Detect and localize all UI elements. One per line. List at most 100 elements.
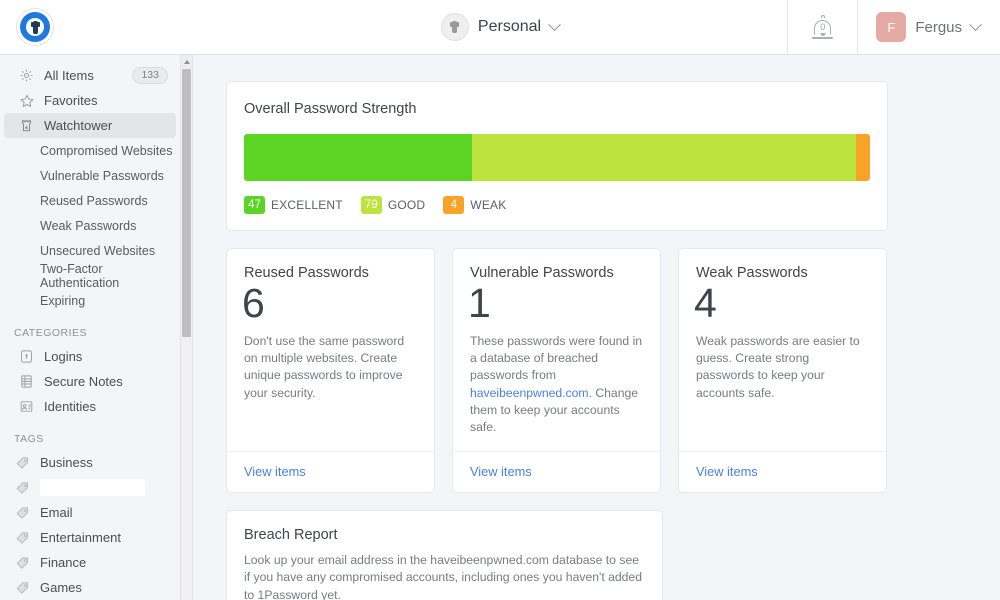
vault-keyhole-icon xyxy=(440,13,469,41)
sidebar-category-logins[interactable]: Logins xyxy=(4,344,176,369)
user-name: Fergus xyxy=(915,18,962,36)
stat-card-title: Reused Passwords xyxy=(244,265,369,281)
sidebar-tag-games[interactable]: Games xyxy=(0,575,180,600)
sidebar-subitem-label: Two-Factor Authentication xyxy=(40,261,120,290)
tag-icon xyxy=(14,454,31,471)
sidebar-subitem-label: Weak Passwords xyxy=(40,218,137,233)
breach-card-title: Breach Report xyxy=(244,526,338,543)
tag-icon xyxy=(14,504,31,521)
sidebar-category-secure-notes[interactable]: Secure Notes xyxy=(4,369,176,394)
sidebar-item-label: Favorites xyxy=(44,93,98,108)
stat-card-body: Weak Passwords 4 Weak passwords are easier… xyxy=(679,249,886,451)
strength-legend: 47 EXCELLENT 79 GOOD 4 WEAK xyxy=(244,196,870,214)
sidebar-tag-entertainment[interactable]: Entertainment xyxy=(0,525,180,550)
haveibeenpwned-link[interactable]: haveibeenpwned.com xyxy=(470,386,589,400)
stat-card-description: Don't use the same password on multiple … xyxy=(244,333,417,402)
bell-icon: 0 xyxy=(812,15,834,39)
chevron-down-icon xyxy=(969,17,982,31)
cog-icon xyxy=(18,67,35,84)
breach-card-description: Look up your email address in the haveib… xyxy=(244,552,642,600)
tag-icon xyxy=(14,479,31,496)
logo-area xyxy=(0,8,70,46)
strength-card-title: Overall Password Strength xyxy=(244,101,417,117)
scroll-up-arrow-icon[interactable] xyxy=(181,55,192,68)
view-items-link[interactable]: View items xyxy=(696,464,758,479)
app-window: Personal 0 F Fergus All Items 133 Favorite… xyxy=(0,0,1000,600)
app-header: Personal 0 F Fergus xyxy=(0,0,1000,55)
strength-segment-excellent xyxy=(244,134,472,181)
sidebar-category-label: Logins xyxy=(44,349,83,364)
login-keyhole-icon xyxy=(18,348,35,365)
sidebar-tag-label: Email xyxy=(40,505,73,520)
stat-card-count: 1 xyxy=(468,280,491,326)
sidebar-tag-label: Entertainment xyxy=(40,530,121,545)
legend-count-excellent: 47 xyxy=(244,196,265,214)
sidebar-subitem-unsecured-websites[interactable]: Unsecured Websites xyxy=(0,238,180,263)
breach-report-card: Breach Report Look up your email address… xyxy=(226,509,663,600)
sidebar-item-all-items[interactable]: All Items 133 xyxy=(4,63,176,88)
stat-card-description: Weak passwords are easier to guess. Crea… xyxy=(696,333,869,402)
tag-icon xyxy=(14,554,31,571)
header-right: 0 F Fergus xyxy=(787,0,1000,54)
stat-card-count: 6 xyxy=(242,280,265,326)
sidebar-category-label: Secure Notes xyxy=(44,374,123,389)
categories-section-title: CATEGORIES xyxy=(14,327,88,339)
stat-card-footer: View items xyxy=(453,450,660,492)
sidebar-tag-label: Finance xyxy=(40,555,87,570)
sidebar-category-label: Identities xyxy=(44,399,97,414)
sidebar-tag-edit[interactable] xyxy=(0,475,180,500)
sidebar-subitem-label: Unsecured Websites xyxy=(40,243,156,258)
body: All Items 133 Favorites Watchtower Compromis… xyxy=(0,55,1000,600)
sidebar-subitem-compromised-websites[interactable]: Compromised Websites xyxy=(0,138,180,163)
user-menu[interactable]: F Fergus xyxy=(857,0,1000,54)
legend-count-good: 79 xyxy=(360,196,382,214)
stat-cards-row: Reused Passwords 6 Don't use the same pass… xyxy=(226,248,1000,493)
chevron-down-icon xyxy=(548,17,561,31)
sidebar-item-label: Watchtower xyxy=(44,118,113,133)
sidebar-subitem-weak-passwords[interactable]: Weak Passwords xyxy=(0,213,180,238)
stat-card-description-part: Weak passwords are easier to guess. Crea… xyxy=(696,333,860,400)
sidebar-subitem-vulnerable-passwords[interactable]: Vulnerable Passwords xyxy=(0,163,180,188)
sidebar-subitem-label: Compromised Websites xyxy=(40,143,173,158)
legend-label-weak: WEAK xyxy=(470,198,507,212)
vulnerable-passwords-card: Vulnerable Passwords 1 These passwords wer… xyxy=(452,248,661,493)
legend-label-excellent: EXCELLENT xyxy=(271,198,343,212)
view-items-link[interactable]: View items xyxy=(244,464,306,479)
1password-logo-icon xyxy=(16,8,54,46)
strength-bar xyxy=(244,134,870,181)
stat-card-body: Vulnerable Passwords 1 These passwords wer… xyxy=(453,249,660,451)
sidebar-subitem-reused-passwords[interactable]: Reused Passwords xyxy=(0,188,180,213)
tag-name-input[interactable] xyxy=(40,479,145,496)
stat-card-title: Weak Passwords xyxy=(696,265,808,281)
sidebar-category-identities[interactable]: Identities xyxy=(4,394,176,419)
sidebar-item-watchtower[interactable]: Watchtower xyxy=(4,113,176,138)
sidebar-scrollbar[interactable] xyxy=(180,55,193,600)
stat-card-footer: View items xyxy=(227,450,434,492)
tag-icon xyxy=(14,529,31,546)
sidebar-item-label: All Items xyxy=(44,68,94,83)
view-items-link[interactable]: View items xyxy=(470,464,532,479)
tags-section-title: TAGS xyxy=(14,433,44,445)
sidebar-tag-email[interactable]: Email xyxy=(0,500,180,525)
stat-card-description-part: Don't use the same password on multiple … xyxy=(244,333,405,400)
stat-card-count: 4 xyxy=(694,280,717,326)
stat-card-description: These passwords were found in a database… xyxy=(470,333,643,437)
scrollbar-thumb[interactable] xyxy=(182,69,191,337)
legend-label-good: GOOD xyxy=(387,198,426,212)
reused-passwords-card: Reused Passwords 6 Don't use the same pass… xyxy=(226,248,435,493)
strength-segment-weak xyxy=(855,134,870,181)
sidebar-tag-label: Games xyxy=(40,580,82,595)
notifications-button[interactable]: 0 xyxy=(787,0,857,54)
notification-count: 0 xyxy=(820,22,826,32)
sidebar-subitem-two-factor-authentication[interactable]: Two-Factor Authentication xyxy=(0,261,180,290)
sidebar-item-favorites[interactable]: Favorites xyxy=(4,88,176,113)
vault-selector[interactable]: Personal xyxy=(440,13,561,41)
stat-card-description-part: These passwords were found in a database… xyxy=(470,333,643,383)
stat-card-body: Reused Passwords 6 Don't use the same pass… xyxy=(227,249,434,451)
strength-segment-good xyxy=(471,134,856,181)
star-icon xyxy=(18,92,35,109)
sidebar-tag-business[interactable]: Business xyxy=(0,450,180,475)
sidebar-tag-finance[interactable]: Finance xyxy=(0,550,180,575)
sidebar-subitem-expiring[interactable]: Expiring xyxy=(0,288,180,313)
sidebar: All Items 133 Favorites Watchtower Compromis… xyxy=(0,55,180,600)
